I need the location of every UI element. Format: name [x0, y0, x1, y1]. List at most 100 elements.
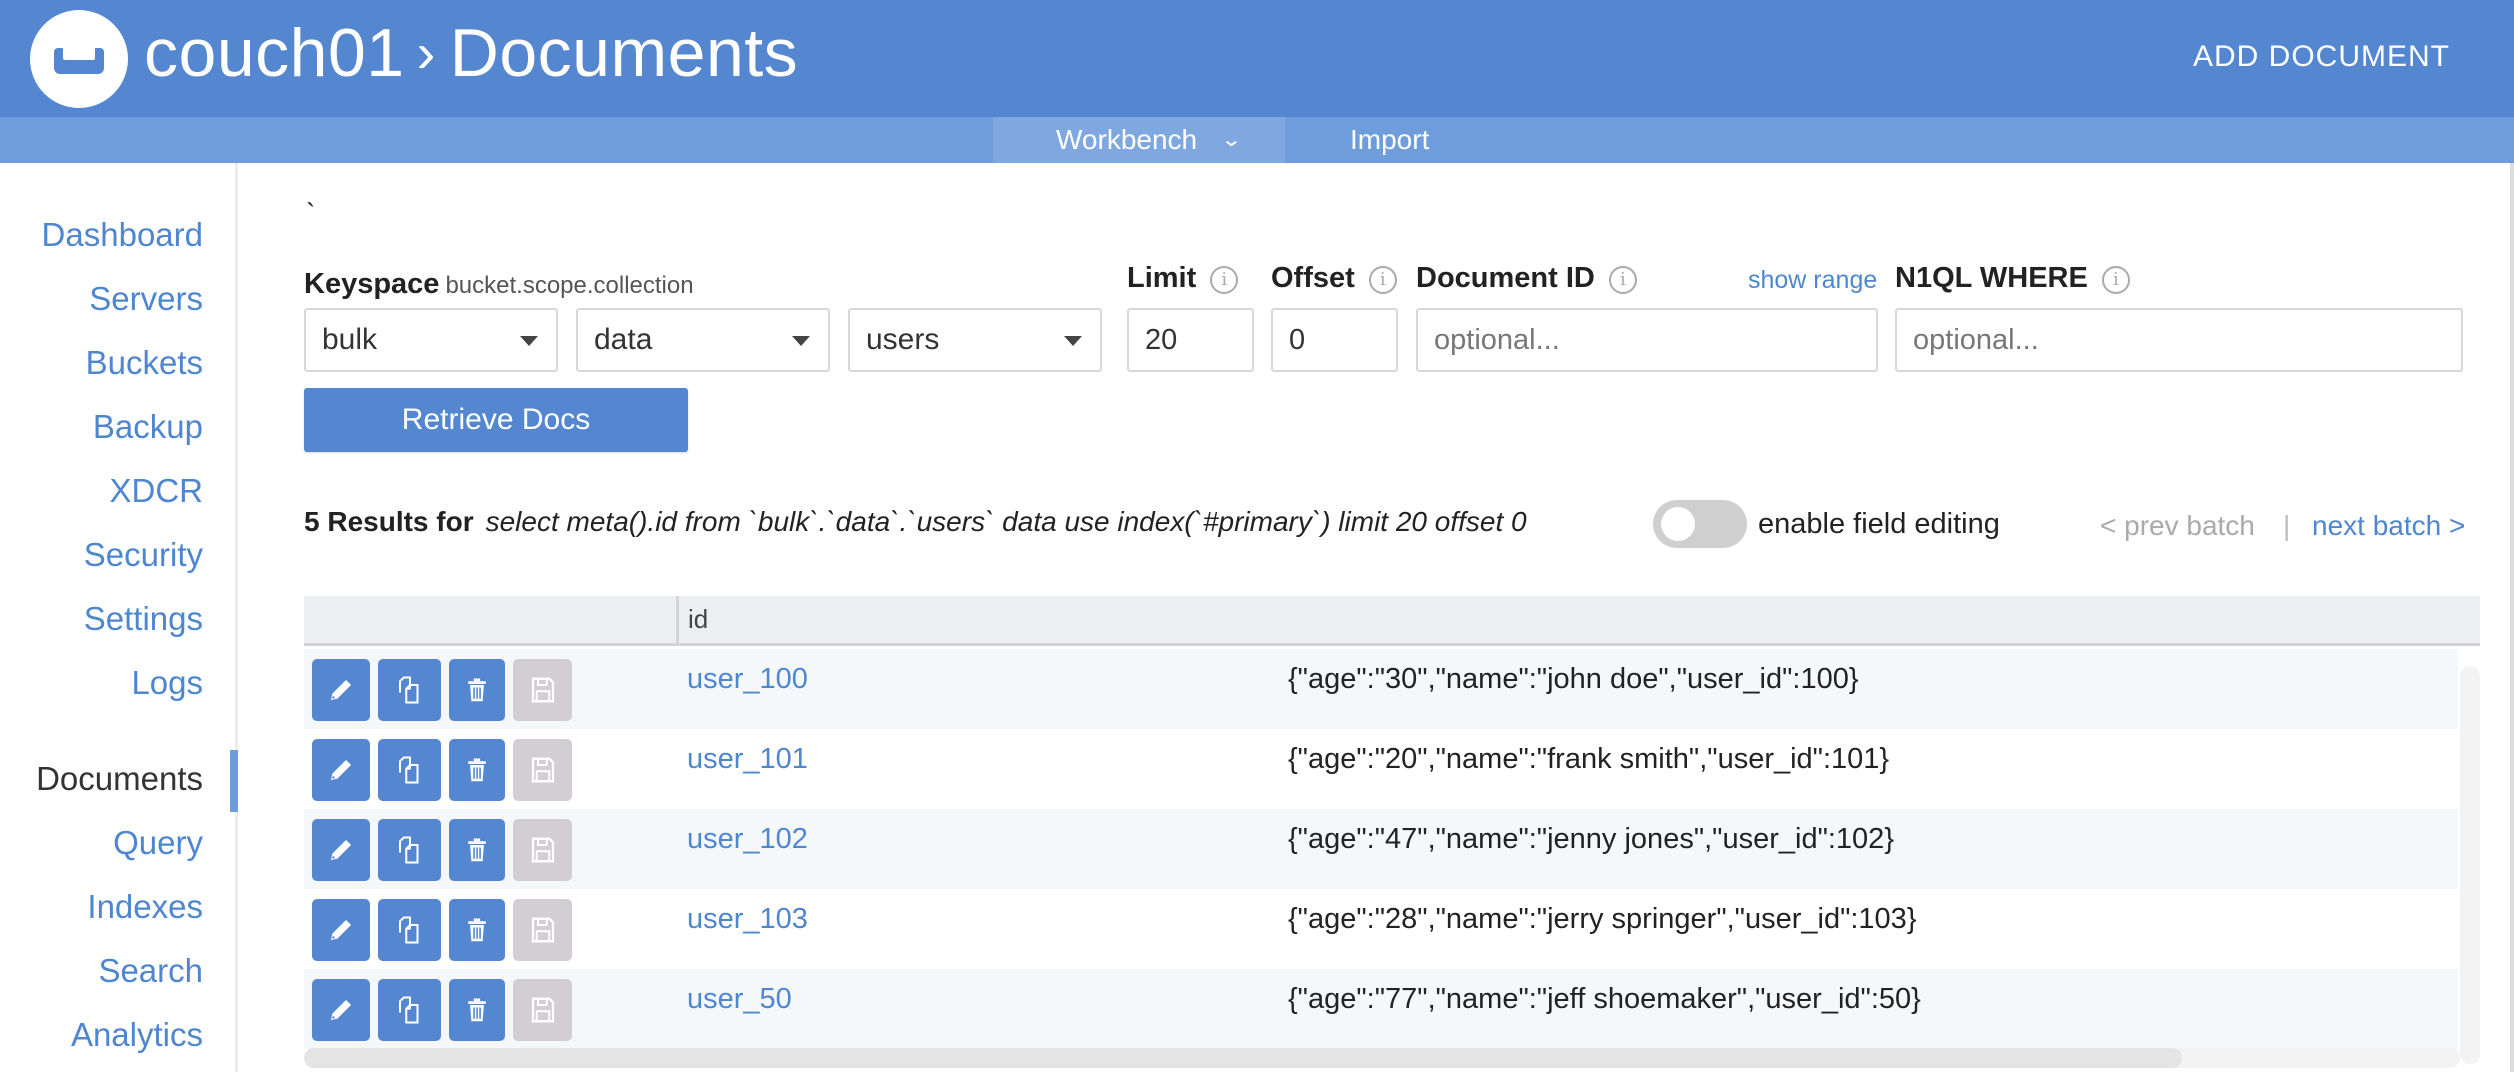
trash-icon [468, 758, 486, 782]
offset-label: Offset i [1271, 262, 1397, 295]
n1ql-where-input[interactable] [1895, 308, 2463, 372]
delete-document-button[interactable] [449, 899, 505, 961]
tab-import[interactable]: Import [1350, 117, 1470, 163]
sidebar-item-documents[interactable]: Documents [36, 760, 203, 798]
sidebar-item-buckets[interactable]: Buckets [86, 344, 203, 382]
save-document-button[interactable] [513, 979, 572, 1041]
info-icon[interactable]: i [1368, 266, 1397, 294]
delete-document-button[interactable] [449, 819, 505, 881]
collection-select[interactable]: users [848, 308, 1102, 372]
chevron-down-icon[interactable]: ⌄ [1221, 117, 1243, 163]
sidebar-item-indexes[interactable]: Indexes [87, 888, 203, 926]
sidebar-item-settings[interactable]: Settings [84, 600, 203, 638]
next-batch-link[interactable]: next batch > [2312, 510, 2465, 542]
results-summary: 5 Results for select meta().id from `bulk… [304, 506, 1527, 538]
document-id-link[interactable]: user_101 [687, 743, 808, 776]
limit-input[interactable] [1127, 308, 1254, 372]
sidebar-active-indicator [230, 750, 238, 812]
table-row: user_103 {"age":"28","name":"jerry sprin… [304, 889, 2458, 969]
keyspace-hint: bucket.scope.collection [445, 272, 694, 299]
n1ql-where-label: N1QL WHERE i [1895, 262, 2130, 295]
document-id-link[interactable]: user_103 [687, 903, 808, 936]
edit-document-button[interactable] [312, 979, 370, 1041]
table-row: user_50 {"age":"77","name":"jeff shoemak… [304, 969, 2458, 1049]
save-document-button[interactable] [513, 659, 572, 721]
save-icon [531, 677, 554, 703]
keyspace-label: Keyspace bucket.scope.collection [304, 268, 694, 301]
dropdown-arrow-icon [1064, 336, 1082, 346]
copy-document-button[interactable] [378, 979, 441, 1041]
scope-select[interactable]: data [576, 308, 830, 372]
prev-batch-link[interactable]: < prev batch [2100, 510, 2255, 542]
save-document-button[interactable] [513, 819, 572, 881]
info-icon[interactable]: i [2101, 266, 2130, 294]
copy-document-button[interactable] [378, 819, 441, 881]
offset-label-text: Offset [1271, 262, 1355, 294]
document-json: {"age":"47","name":"jenny jones","user_i… [1288, 823, 1894, 855]
vertical-scrollbar[interactable] [2460, 666, 2480, 1064]
tab-workbench-label: Workbench [1056, 124, 1198, 155]
couchbase-logo-icon[interactable] [30, 10, 128, 108]
document-id-link[interactable]: user_50 [687, 983, 792, 1016]
trash-icon [468, 998, 486, 1022]
copy-document-button[interactable] [378, 659, 441, 721]
delete-document-button[interactable] [449, 739, 505, 801]
document-json: {"age":"20","name":"frank smith","user_i… [1288, 743, 1890, 775]
page-scrollbar[interactable] [2510, 163, 2514, 1072]
breadcrumb-page: Documents [449, 15, 799, 91]
trash-icon [468, 918, 486, 942]
results-count: 5 Results for [304, 506, 474, 537]
document-id-label: Document ID i [1416, 262, 1637, 295]
column-divider[interactable] [676, 596, 679, 646]
trash-icon [468, 838, 486, 862]
sidebar: Dashboard Servers Buckets Backup XDCR Se… [0, 163, 238, 1072]
keyspace-label-text: Keyspace [304, 268, 440, 300]
sidebar-item-xdcr[interactable]: XDCR [109, 472, 203, 510]
collection-select-value: users [866, 323, 940, 356]
breadcrumb-separator-icon: › [416, 21, 436, 84]
results-query: select meta().id from `bulk`.`data`.`use… [485, 506, 1527, 537]
retrieve-docs-button[interactable]: Retrieve Docs [304, 388, 688, 452]
save-document-button[interactable] [513, 899, 572, 961]
document-id-link[interactable]: user_100 [687, 663, 808, 696]
save-document-button[interactable] [513, 739, 572, 801]
add-document-button[interactable]: ADD DOCUMENT [2193, 40, 2450, 74]
sidebar-item-security[interactable]: Security [84, 536, 203, 574]
table-header: id [304, 596, 2480, 646]
sidebar-item-backup[interactable]: Backup [93, 408, 203, 446]
copy-document-button[interactable] [378, 899, 441, 961]
bucket-select[interactable]: bulk [304, 308, 558, 372]
sidebar-item-dashboard[interactable]: Dashboard [42, 216, 203, 254]
info-icon[interactable]: i [1608, 266, 1637, 294]
toggle-knob [1661, 507, 1695, 541]
limit-label: Limit i [1127, 262, 1239, 295]
column-header-id[interactable]: id [688, 604, 708, 635]
offset-input[interactable] [1271, 308, 1398, 372]
sidebar-item-analytics[interactable]: Analytics [71, 1016, 203, 1054]
trash-icon [468, 678, 486, 702]
edit-document-button[interactable] [312, 819, 370, 881]
delete-document-button[interactable] [449, 659, 505, 721]
document-id-link[interactable]: user_102 [687, 823, 808, 856]
limit-label-text: Limit [1127, 262, 1197, 294]
edit-icon [331, 760, 351, 780]
sidebar-item-servers[interactable]: Servers [89, 280, 203, 318]
copy-document-button[interactable] [378, 739, 441, 801]
info-icon[interactable]: i [1210, 266, 1239, 294]
save-icon [531, 837, 554, 863]
document-id-input[interactable] [1416, 308, 1878, 372]
horizontal-scrollbar-thumb[interactable] [304, 1048, 2182, 1068]
breadcrumb-cluster[interactable]: couch01 [144, 15, 405, 91]
horizontal-scrollbar[interactable] [304, 1048, 2460, 1068]
edit-document-button[interactable] [312, 899, 370, 961]
show-range-link[interactable]: show range [1748, 266, 1877, 295]
dropdown-arrow-icon [792, 336, 810, 346]
enable-field-editing-toggle[interactable] [1653, 500, 1747, 548]
sidebar-item-query[interactable]: Query [113, 824, 203, 862]
sidebar-item-logs[interactable]: Logs [131, 664, 203, 702]
tab-workbench[interactable]: Workbench ⌄ [993, 117, 1285, 163]
delete-document-button[interactable] [449, 979, 505, 1041]
edit-document-button[interactable] [312, 739, 370, 801]
edit-document-button[interactable] [312, 659, 370, 721]
sidebar-item-search[interactable]: Search [98, 952, 203, 990]
